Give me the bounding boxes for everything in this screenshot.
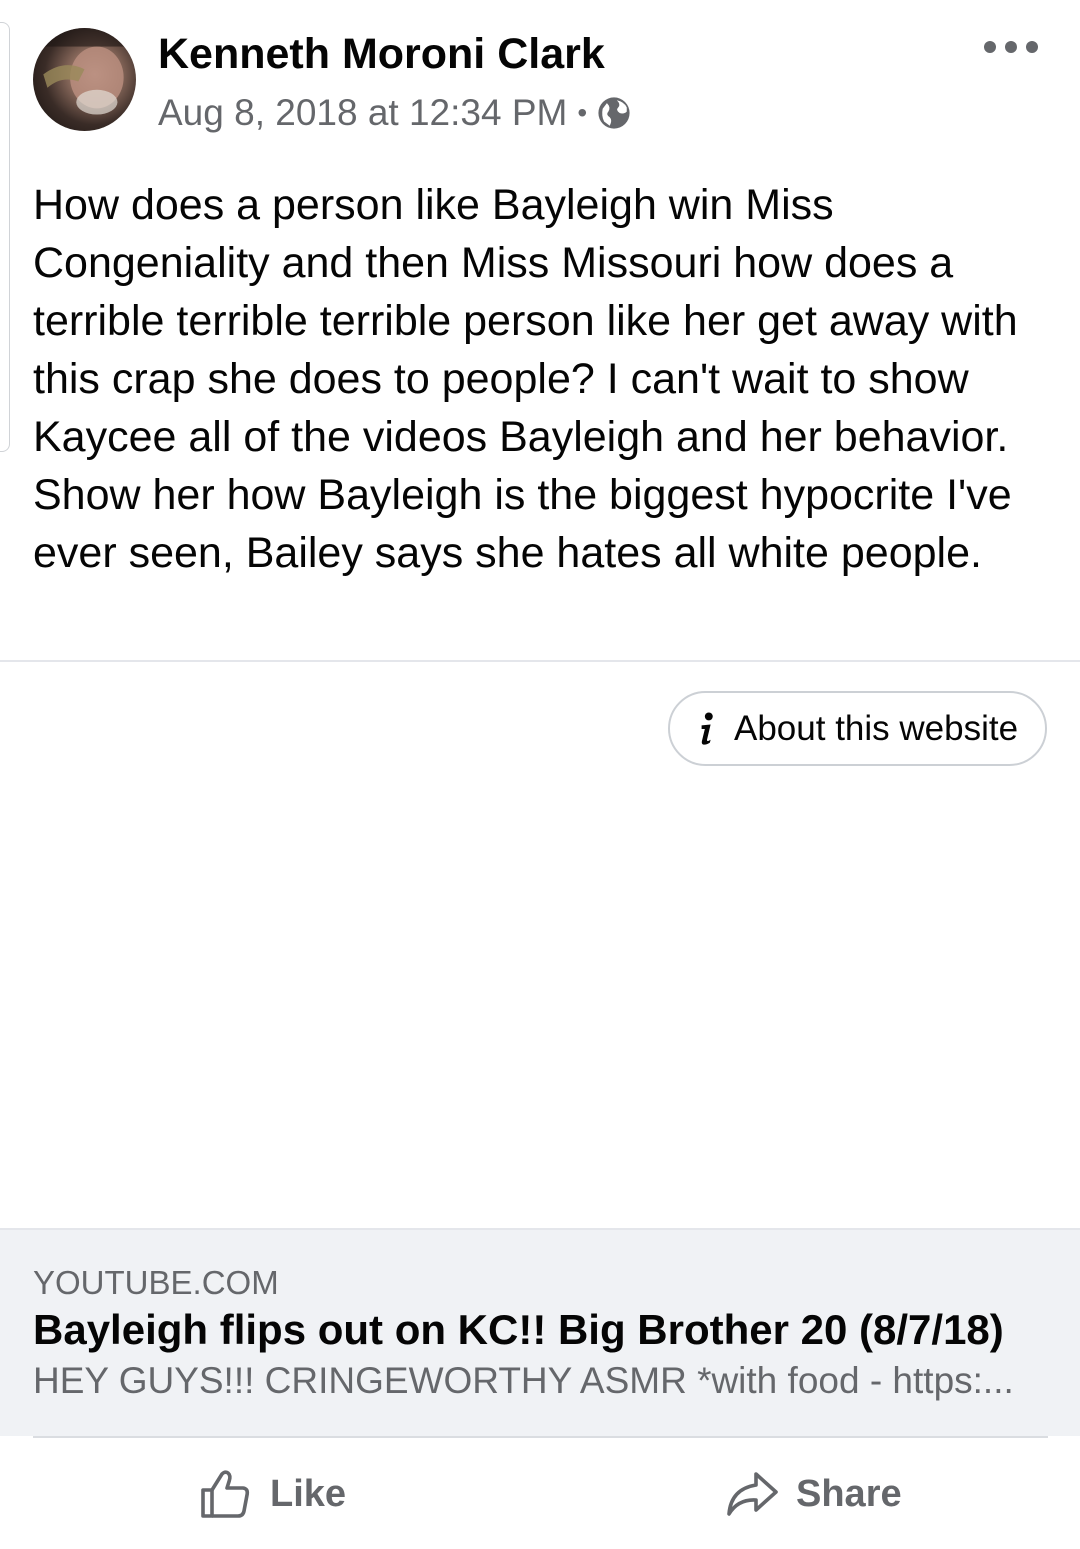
about-this-website-label: About this website xyxy=(734,708,1019,748)
avatar-photo xyxy=(33,28,136,115)
meta-separator: • xyxy=(577,97,588,128)
link-title: Bayleigh flips out on KC!! Big Brother 2… xyxy=(33,1306,1004,1353)
more-dot xyxy=(1005,41,1017,53)
link-description: HEY GUYS!!! CRINGEWORTHY ASMR *with food… xyxy=(33,1360,1014,1401)
author-name[interactable]: Kenneth Moroni Clark xyxy=(158,30,605,79)
about-this-website-button[interactable]: About this website xyxy=(668,691,1047,766)
post-timestamp[interactable]: Aug 8, 2018 at 12:34 PM xyxy=(158,92,567,134)
more-dot xyxy=(984,41,996,53)
post-text: How does a person like Bayleigh win Miss… xyxy=(33,181,1018,577)
facebook-post: Kenneth Moroni Clark Aug 8, 2018 at 12:3… xyxy=(0,0,1080,1549)
avatar[interactable] xyxy=(33,28,136,131)
like-button[interactable]: Like xyxy=(198,1462,346,1526)
thumbs-up-icon xyxy=(201,1470,250,1518)
share-arrow-icon xyxy=(727,1472,778,1516)
more-dot xyxy=(1026,41,1038,53)
like-label: Like xyxy=(270,1472,347,1515)
post-actions: Like Share xyxy=(0,1440,1080,1549)
share-label: Share xyxy=(796,1472,902,1515)
actions-divider xyxy=(33,1436,1048,1438)
globe-icon[interactable] xyxy=(597,96,631,130)
share-button[interactable]: Share xyxy=(724,1462,902,1526)
info-icon xyxy=(701,711,713,745)
more-options-icon[interactable] xyxy=(984,34,1038,60)
link-domain: YOUTUBE.COM xyxy=(33,1264,279,1301)
link-preview[interactable]: YOUTUBE.COM Bayleigh flips out on KC!! B… xyxy=(0,1228,1080,1436)
content-divider xyxy=(0,660,1080,662)
post-header: Kenneth Moroni Clark Aug 8, 2018 at 12:3… xyxy=(0,0,1080,160)
post-meta: Aug 8, 2018 at 12:34 PM • xyxy=(158,92,631,134)
